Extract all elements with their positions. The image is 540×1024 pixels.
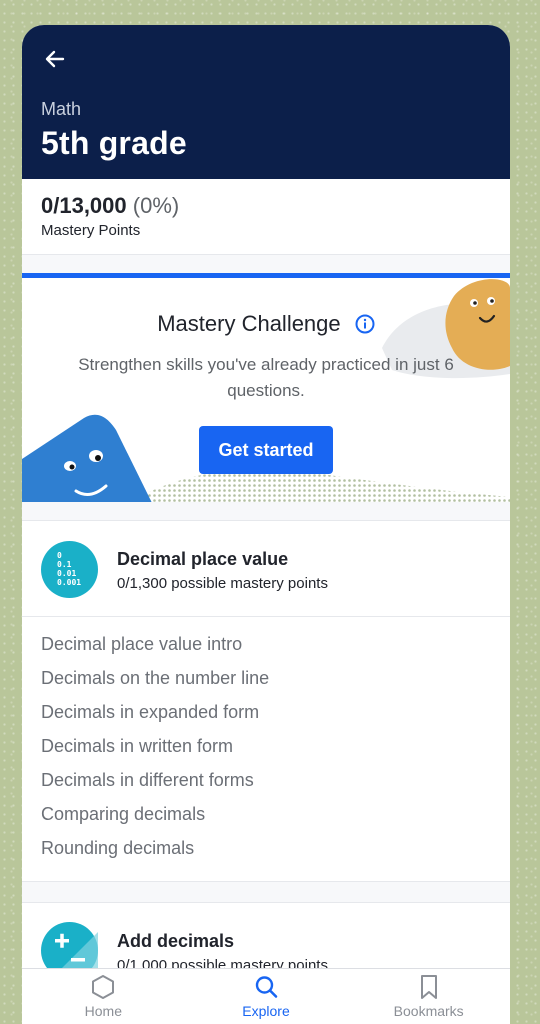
unit-header[interactable]: 0 0.1 0.01 0.001 Decimal place value 0/1…: [22, 521, 510, 617]
lesson-link[interactable]: Comparing decimals: [41, 804, 269, 838]
nav-home[interactable]: Home: [22, 969, 185, 1024]
mastery-challenge-card: Mastery Challenge Strengthen skills you'…: [22, 273, 510, 502]
lesson-link[interactable]: Decimals in written form: [41, 736, 269, 770]
lesson-link[interactable]: Decimals in expanded form: [41, 702, 269, 736]
mastery-points-value: 0/13,000 (0%): [41, 193, 179, 219]
unit-title: Add decimals: [117, 931, 235, 951]
points-percent: (0%): [132, 193, 180, 218]
mastery-points-summary: 0/13,000 (0%) Mastery Points: [22, 179, 510, 255]
icon-line: 0.01: [57, 569, 77, 578]
lesson-link[interactable]: Rounding decimals: [41, 838, 269, 872]
lesson-link[interactable]: Decimal place value intro: [41, 634, 269, 668]
bookmark-icon: [420, 975, 437, 999]
challenge-title-text: Mastery Challenge: [157, 311, 341, 336]
mastery-points-label: Mastery Points: [41, 222, 141, 239]
app-screen: Math 5th grade 0/13,000 (0%) Mastery Poi…: [22, 25, 510, 1024]
search-icon: [255, 976, 278, 998]
page-title: 5th grade: [41, 125, 187, 161]
get-started-button[interactable]: Get started: [199, 426, 333, 474]
course-header: Math 5th grade: [22, 25, 510, 179]
info-icon[interactable]: [355, 314, 375, 334]
lesson-list: Decimal place value intro Decimals on th…: [41, 634, 269, 872]
nav-home-label: Home: [84, 1003, 123, 1019]
challenge-title: Mastery Challenge: [22, 311, 510, 337]
icon-line: 0: [57, 551, 62, 560]
unit-card: 0 0.1 0.01 0.001 Decimal place value 0/1…: [22, 520, 510, 882]
subject-label: Math: [41, 99, 82, 119]
points-count: 0/13,000: [41, 193, 127, 218]
nav-bookmarks-label: Bookmarks: [393, 1003, 464, 1019]
lesson-link[interactable]: Decimals on the number line: [41, 668, 269, 702]
challenge-description: Strengthen skills you've already practic…: [78, 355, 454, 400]
unit-mastery-points: 0/1,300 possible mastery points: [117, 575, 328, 592]
bottom-navigation: Home Explore Bookmarks: [22, 968, 510, 1024]
nav-explore-label: Explore: [242, 1003, 290, 1019]
lesson-link[interactable]: Decimals in different forms: [41, 770, 269, 804]
nav-explore[interactable]: Explore: [185, 969, 348, 1024]
arrow-left-icon: [45, 50, 65, 68]
back-button[interactable]: [38, 45, 72, 73]
icon-line: 0.1: [57, 560, 72, 569]
decimal-place-value-icon: 0 0.1 0.01 0.001: [41, 541, 98, 598]
unit-title: Decimal place value: [117, 549, 289, 569]
nav-bookmarks[interactable]: Bookmarks: [347, 969, 510, 1024]
home-icon: [92, 975, 115, 999]
icon-line: 0.001: [57, 578, 82, 587]
